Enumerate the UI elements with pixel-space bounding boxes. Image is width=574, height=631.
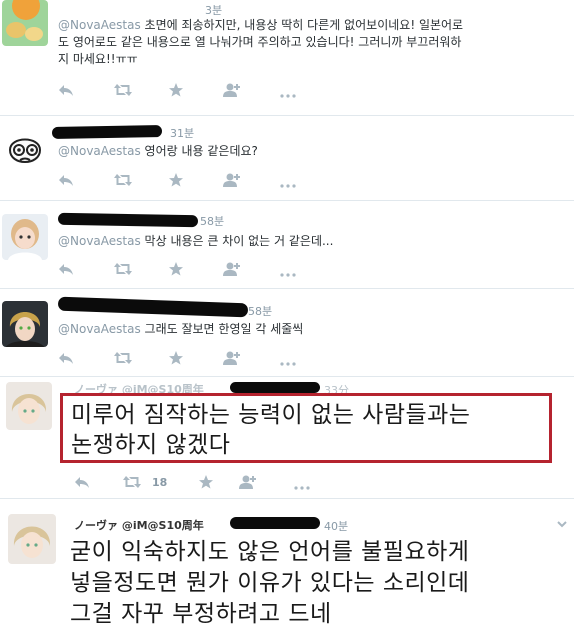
tweet-author[interactable]: ノーヴァ @iM@S10周年 [74, 517, 204, 533]
retweet-icon[interactable] [113, 350, 133, 366]
redacted-name [230, 517, 320, 529]
reply-icon[interactable] [58, 350, 74, 366]
divider [0, 200, 574, 201]
mention-link[interactable]: @NovaAestas [58, 18, 141, 32]
mention-link[interactable]: @NovaAestas [58, 322, 141, 336]
quote-line: 미루어 짐작하는 능력이 없는 사람들과는 [71, 402, 471, 428]
more-icon[interactable] [280, 178, 296, 194]
avatar[interactable] [2, 0, 48, 46]
reply-icon[interactable] [58, 172, 74, 188]
mention-link[interactable]: @NovaAestas [58, 234, 141, 248]
tweet-text: @NovaAestas 초면에 죄송하지만, 내용상 딱히 다른게 없어보이네요… [58, 17, 558, 68]
divider [0, 115, 574, 116]
redacted-name [57, 296, 249, 318]
tweet-text-line: 그래도 잘보면 한영일 각 세줄씩 [144, 322, 304, 336]
retweet-count: 18 [152, 475, 168, 489]
follow-icon[interactable] [223, 350, 241, 366]
quote-line: 논쟁하지 않겠다 [71, 432, 231, 458]
tweet-text-line: 그걸 자꾸 부정하려고 드네 [70, 601, 332, 627]
tweet-text: @NovaAestas 영어랑 내용 같은데요? [58, 143, 258, 160]
tweet-time[interactable]: 31분 [170, 125, 194, 141]
reply-icon[interactable] [74, 474, 90, 490]
avatar[interactable] [8, 514, 56, 564]
tweet-time[interactable]: 58분 [248, 303, 272, 319]
divider [0, 288, 574, 289]
tweet-time[interactable]: 58분 [200, 213, 224, 229]
tweet-4: 58분 @NovaAestas 그래도 잘보면 한영일 각 세줄씩 [0, 296, 574, 378]
retweet-icon[interactable]: 18 [122, 474, 167, 490]
follow-icon[interactable] [223, 82, 241, 98]
tweet-text-line: 영어랑 내용 같은데요? [144, 144, 258, 158]
tweet-3: 58분 @NovaAestas 막상 내용은 큰 차이 없는 거 같은데... [0, 210, 574, 290]
favorite-icon[interactable] [168, 350, 184, 366]
more-icon[interactable] [280, 356, 296, 372]
tweet-actions [58, 350, 278, 366]
tweet-text-line: 넣을정도면 뭔가 이유가 있다는 소리인데 [70, 570, 470, 596]
more-icon[interactable] [280, 267, 296, 283]
tweet-text-line: 막상 내용은 큰 차이 없는 거 같은데... [144, 234, 334, 248]
chevron-down-icon[interactable] [556, 516, 568, 532]
retweet-icon[interactable] [113, 261, 133, 277]
tweet-text: @NovaAestas 그래도 잘보면 한영일 각 세줄씩 [58, 321, 303, 338]
follow-icon[interactable] [223, 172, 241, 188]
tweet-text-line: 지 마세요!!ㅠㅠ [58, 52, 138, 66]
tweet-time[interactable]: 3분 [205, 2, 222, 18]
redacted-name [57, 212, 199, 228]
tweet-actions: 18 [74, 474, 294, 490]
divider [0, 376, 574, 377]
tweet-actions [58, 261, 278, 277]
follow-icon[interactable] [239, 474, 257, 490]
divider [0, 498, 574, 499]
reply-icon[interactable] [58, 261, 74, 277]
tweet-2: 31분 @NovaAestas 영어랑 내용 같은데요? [0, 124, 574, 204]
favorite-icon[interactable] [198, 474, 214, 490]
more-icon[interactable] [280, 88, 296, 104]
tweet-text: @NovaAestas 막상 내용은 큰 차이 없는 거 같은데... [58, 233, 333, 250]
more-icon[interactable] [294, 480, 310, 496]
tweet-time[interactable]: 40분 [324, 518, 348, 534]
reply-icon[interactable] [58, 82, 74, 98]
quote-text: 미루어 짐작하는 능력이 없는 사람들과는 논쟁하지 않겠다 [71, 400, 470, 460]
tweet-text: 굳이 익숙하지도 않은 언어를 불필요하게 넣을정도면 뭔가 이유가 있다는 소… [70, 537, 469, 630]
highlighted-quote: 미루어 짐작하는 능력이 없는 사람들과는 논쟁하지 않겠다 [60, 393, 552, 463]
tweet-text-line: 도 영어로도 같은 내용으로 열 나눠가며 주의하고 있습니다! 그러니까 부끄… [58, 35, 462, 49]
avatar[interactable] [2, 214, 48, 260]
avatar[interactable] [6, 382, 52, 430]
redacted-name [51, 125, 163, 139]
retweet-icon[interactable] [113, 172, 133, 188]
tweet-actions [58, 172, 278, 188]
tweet-actions [58, 82, 278, 98]
redacted-name [230, 382, 320, 393]
favorite-icon[interactable] [168, 261, 184, 277]
mention-link[interactable]: @NovaAestas [58, 144, 141, 158]
favorite-icon[interactable] [168, 172, 184, 188]
follow-icon[interactable] [223, 261, 241, 277]
favorite-icon[interactable] [168, 82, 184, 98]
tweet-1: 3분 @NovaAestas 초면에 죄송하지만, 내용상 딱히 다른게 없어보… [0, 0, 574, 112]
tweet-text-line: 초면에 죄송하지만, 내용상 딱히 다른게 없어보이네요! 일본어로 [144, 18, 464, 32]
retweet-icon[interactable] [113, 82, 133, 98]
avatar[interactable] [2, 128, 48, 174]
tweet-text-line: 굳이 익숙하지도 않은 언어를 불필요하게 [70, 539, 470, 565]
avatar[interactable] [2, 301, 48, 347]
